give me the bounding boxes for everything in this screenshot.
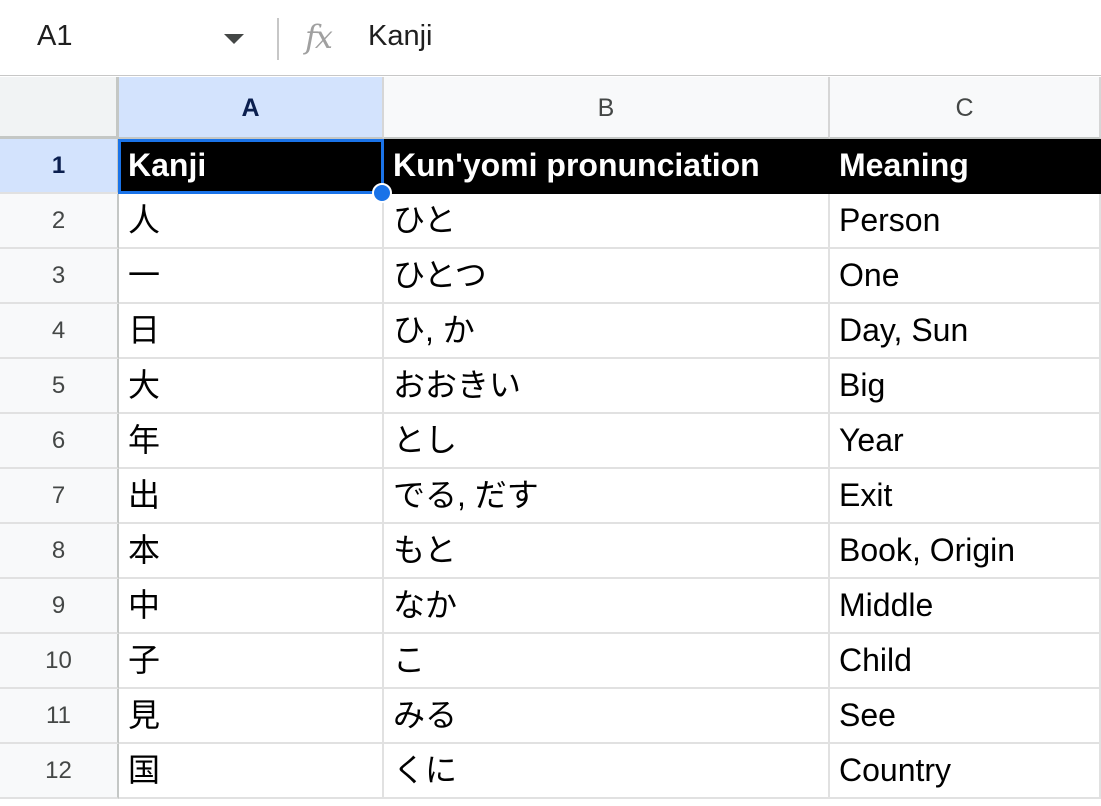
row-header-12[interactable]: 12 [0, 744, 119, 799]
cell-b7[interactable]: でる, だす [384, 469, 830, 524]
cell-a8[interactable]: 本 [119, 524, 384, 579]
row-header-6[interactable]: 6 [0, 414, 119, 469]
cell-b12[interactable]: くに [384, 744, 830, 799]
cell-a10[interactable]: 子 [119, 634, 384, 689]
column-header-c[interactable]: C [830, 77, 1101, 139]
cell-a4[interactable]: 日 [119, 304, 384, 359]
row-header-10[interactable]: 10 [0, 634, 119, 689]
row-header-5[interactable]: 5 [0, 359, 119, 414]
formula-input[interactable]: Kanji [368, 20, 433, 53]
cell-a5[interactable]: 大 [119, 359, 384, 414]
cell-b5[interactable]: おおきい [384, 359, 830, 414]
cell-c1[interactable]: Meaning [830, 139, 1101, 194]
row-header-3[interactable]: 3 [0, 249, 119, 304]
cell-a9[interactable]: 中 [119, 579, 384, 634]
cell-c4[interactable]: Day, Sun [830, 304, 1101, 359]
select-all-corner[interactable] [0, 77, 119, 139]
cell-c6[interactable]: Year [830, 414, 1101, 469]
cell-b3[interactable]: ひとつ [384, 249, 830, 304]
row-header-4[interactable]: 4 [0, 304, 119, 359]
cell-c7[interactable]: Exit [830, 469, 1101, 524]
cell-a11[interactable]: 見 [119, 689, 384, 744]
fill-handle[interactable] [372, 183, 392, 203]
cell-b6[interactable]: とし [384, 414, 830, 469]
cell-b9[interactable]: なか [384, 579, 830, 634]
row-header-7[interactable]: 7 [0, 469, 119, 524]
cell-c12[interactable]: Country [830, 744, 1101, 799]
cell-b1[interactable]: Kun'yomi pronunciation [384, 139, 830, 194]
cell-c9[interactable]: Middle [830, 579, 1101, 634]
cell-a12[interactable]: 国 [119, 744, 384, 799]
cell-c3[interactable]: One [830, 249, 1101, 304]
cell-a3[interactable]: 一 [119, 249, 384, 304]
column-header-b[interactable]: B [384, 77, 830, 139]
name-box-value: A1 [37, 20, 73, 52]
cell-c11[interactable]: See [830, 689, 1101, 744]
formula-bar: A1 fx Kanji [0, 0, 1101, 76]
row-header-9[interactable]: 9 [0, 579, 119, 634]
cell-b10[interactable]: こ [384, 634, 830, 689]
cell-b11[interactable]: みる [384, 689, 830, 744]
formula-bar-divider [277, 18, 279, 60]
row-header-2[interactable]: 2 [0, 194, 119, 249]
name-box[interactable]: A1 [0, 0, 262, 76]
cell-b8[interactable]: もと [384, 524, 830, 579]
cell-c10[interactable]: Child [830, 634, 1101, 689]
chevron-down-icon[interactable] [224, 34, 244, 44]
cell-a6[interactable]: 年 [119, 414, 384, 469]
cell-c8[interactable]: Book, Origin [830, 524, 1101, 579]
fx-icon: fx [305, 18, 333, 56]
cell-a7[interactable]: 出 [119, 469, 384, 524]
row-header-8[interactable]: 8 [0, 524, 119, 579]
cell-b2[interactable]: ひと [384, 194, 830, 249]
cell-c2[interactable]: Person [830, 194, 1101, 249]
cell-a2[interactable]: 人 [119, 194, 384, 249]
row-header-1[interactable]: 1 [0, 139, 119, 194]
row-header-11[interactable]: 11 [0, 689, 119, 744]
column-header-a[interactable]: A [119, 77, 384, 139]
cell-c5[interactable]: Big [830, 359, 1101, 414]
cell-b4[interactable]: ひ, か [384, 304, 830, 359]
cell-a1[interactable]: Kanji [119, 139, 384, 194]
